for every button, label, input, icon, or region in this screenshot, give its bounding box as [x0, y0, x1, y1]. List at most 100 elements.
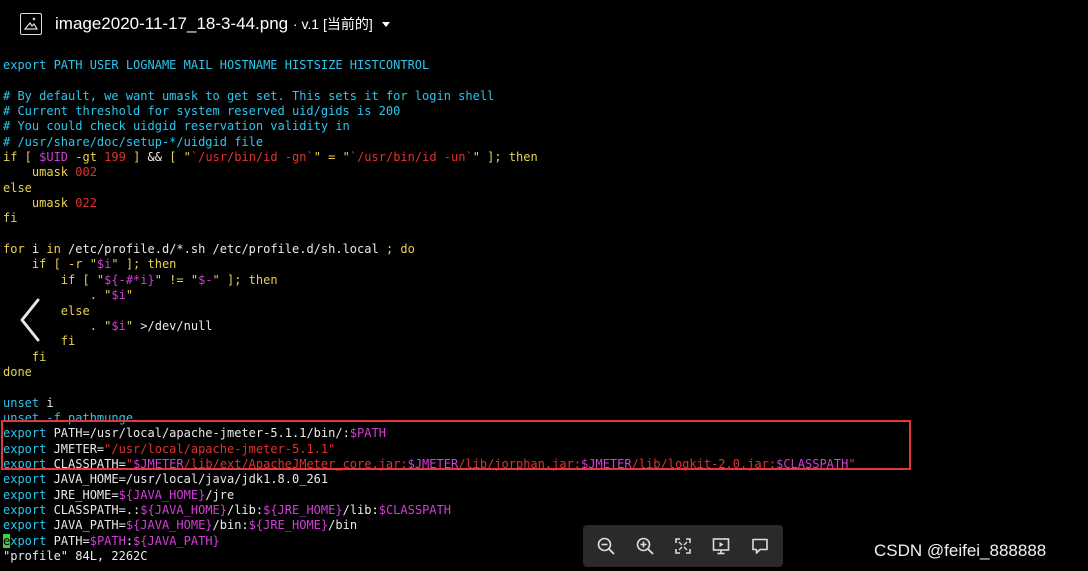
code-token: : [125, 533, 134, 548]
code-token: export [3, 502, 54, 517]
code-token: $i [111, 288, 126, 303]
code-token: i [31, 242, 47, 257]
code-token: i [46, 395, 54, 410]
code-token: "profile" 84L, 2262C [3, 549, 148, 563]
chevron-left-icon[interactable] [16, 296, 42, 344]
code-line: if [ "${-#*i}" != "$-" ]; then [3, 273, 856, 288]
code-token: /jre [205, 487, 235, 502]
code-token: `/usr/bin/id -un` [349, 150, 473, 165]
code-line: fi [3, 334, 856, 349]
code-line: export CLASSPATH=.:${JAVA_HOME}/lib:${JR… [3, 503, 856, 518]
code-token: fi [3, 349, 47, 364]
code-line: # You could check uidgid reservation val… [3, 119, 856, 134]
code-token: ${-#*i} [104, 272, 155, 287]
code-token: ${JAVA_PATH} [133, 533, 220, 548]
code-token: >/dev/null [140, 318, 213, 333]
highlight-box [1, 420, 911, 470]
code-token: umask [3, 165, 76, 180]
code-token: ] [125, 150, 148, 165]
code-token: # By default, we want umask to get set. … [3, 88, 495, 103]
code-token: /lib: [226, 502, 264, 517]
code-token: " != " [154, 272, 199, 287]
code-line: export JRE_HOME=${JAVA_HOME}/jre [3, 488, 856, 503]
code-line: done [3, 365, 856, 380]
code-line: unset i [3, 396, 856, 411]
code-token: # Current threshold for system reserved … [3, 104, 401, 119]
code-token: /bin [328, 518, 358, 533]
code-line: . "$i" [3, 288, 856, 303]
viewer-header: image2020-11-17_18-3-44.png · v.1 [当前的] [0, 0, 1088, 50]
code-token: else [3, 180, 32, 195]
filename: image2020-11-17_18-3-44.png [55, 14, 289, 33]
code-token: " ]; then [212, 272, 278, 287]
terminal-content: export PATH USER LOGNAME MAIL HOSTNAME H… [3, 58, 856, 564]
code-line: else [3, 181, 856, 196]
code-token: /bin: [212, 518, 249, 533]
code-token: export PATH USER LOGNAME MAIL HOSTNAME H… [3, 58, 430, 72]
code-line: export PATH USER LOGNAME MAIL HOSTNAME H… [3, 58, 856, 73]
code-token: export [3, 518, 54, 533]
code-line: # /usr/share/doc/setup-*/uidgid file [3, 135, 856, 150]
code-token: # /usr/share/doc/setup-*/uidgid file [3, 134, 264, 149]
code-token: ${JAVA_HOME} [125, 518, 213, 533]
code-token: if [ " [3, 272, 105, 287]
code-token: [ " [169, 150, 191, 165]
code-token: $UID [39, 150, 69, 165]
code-token: " [125, 318, 141, 333]
comment-icon[interactable] [747, 533, 773, 559]
code-token: 022 [75, 196, 97, 211]
code-token: fi [3, 211, 18, 226]
code-token: " ]; then [111, 257, 177, 272]
zoom-in-icon[interactable] [632, 533, 658, 559]
zoom-out-icon[interactable] [593, 533, 619, 559]
code-token: 199 [104, 150, 126, 165]
code-token: umask [3, 196, 76, 211]
code-token: for [3, 242, 32, 257]
code-token: && [147, 150, 170, 165]
code-token: `/usr/bin/id -gn` [190, 150, 314, 165]
code-token: JAVA_PATH= [53, 518, 126, 533]
code-token: export [3, 472, 54, 487]
code-token: ${JRE_HOME} [263, 502, 343, 517]
slideshow-icon[interactable] [708, 533, 734, 559]
file-title[interactable]: image2020-11-17_18-3-44.png · v.1 [当前的] [55, 14, 391, 34]
image-toolbar [583, 525, 783, 567]
code-token: CLASSPATH=.: [53, 502, 141, 517]
code-token: JAVA_HOME=/usr/local/java/jdk1.8.0_261 [53, 472, 329, 487]
code-token: 002 [75, 165, 97, 180]
watermark: CSDN @feifei_888888 [874, 541, 1047, 560]
code-line: else [3, 304, 856, 319]
code-line: umask 002 [3, 165, 856, 180]
code-line: export JAVA_HOME=/usr/local/java/jdk1.8.… [3, 472, 856, 487]
code-line: # Current threshold for system reserved … [3, 104, 856, 119]
code-token: $CLASSPATH [378, 502, 451, 517]
code-token: $i [96, 257, 112, 272]
code-token: " = " [313, 150, 350, 165]
code-token: in [46, 242, 69, 257]
fit-screen-icon[interactable] [670, 533, 696, 559]
code-line: fi [3, 211, 856, 226]
image-icon [20, 13, 42, 35]
code-line: . "$i" >/dev/null [3, 319, 856, 334]
caret-down-icon[interactable] [382, 22, 391, 28]
code-line: if [ -r "$i" ]; then [3, 257, 856, 272]
code-line: for i in /etc/profile.d/*.sh /etc/profil… [3, 242, 856, 257]
code-token: JRE_HOME= [53, 487, 119, 502]
code-token: $- [198, 272, 213, 287]
code-token: PATH= [53, 533, 90, 548]
code-token: ${JAVA_HOME} [140, 502, 227, 517]
version-label[interactable]: v.1 [当前的] [301, 16, 372, 32]
code-token: done [3, 364, 32, 379]
code-line: # By default, we want umask to get set. … [3, 89, 856, 104]
code-line: fi [3, 350, 856, 365]
code-token: # You could check uidgid reservation val… [3, 119, 350, 134]
code-token: $i [111, 318, 126, 333]
code-token: /etc/profile.d/*.sh /etc/profile.d/sh.lo… [68, 242, 386, 257]
code-token: export [3, 487, 54, 502]
code-token: ; do [385, 242, 415, 257]
code-token: " [125, 288, 134, 303]
code-token: if [ -r " [3, 257, 97, 272]
